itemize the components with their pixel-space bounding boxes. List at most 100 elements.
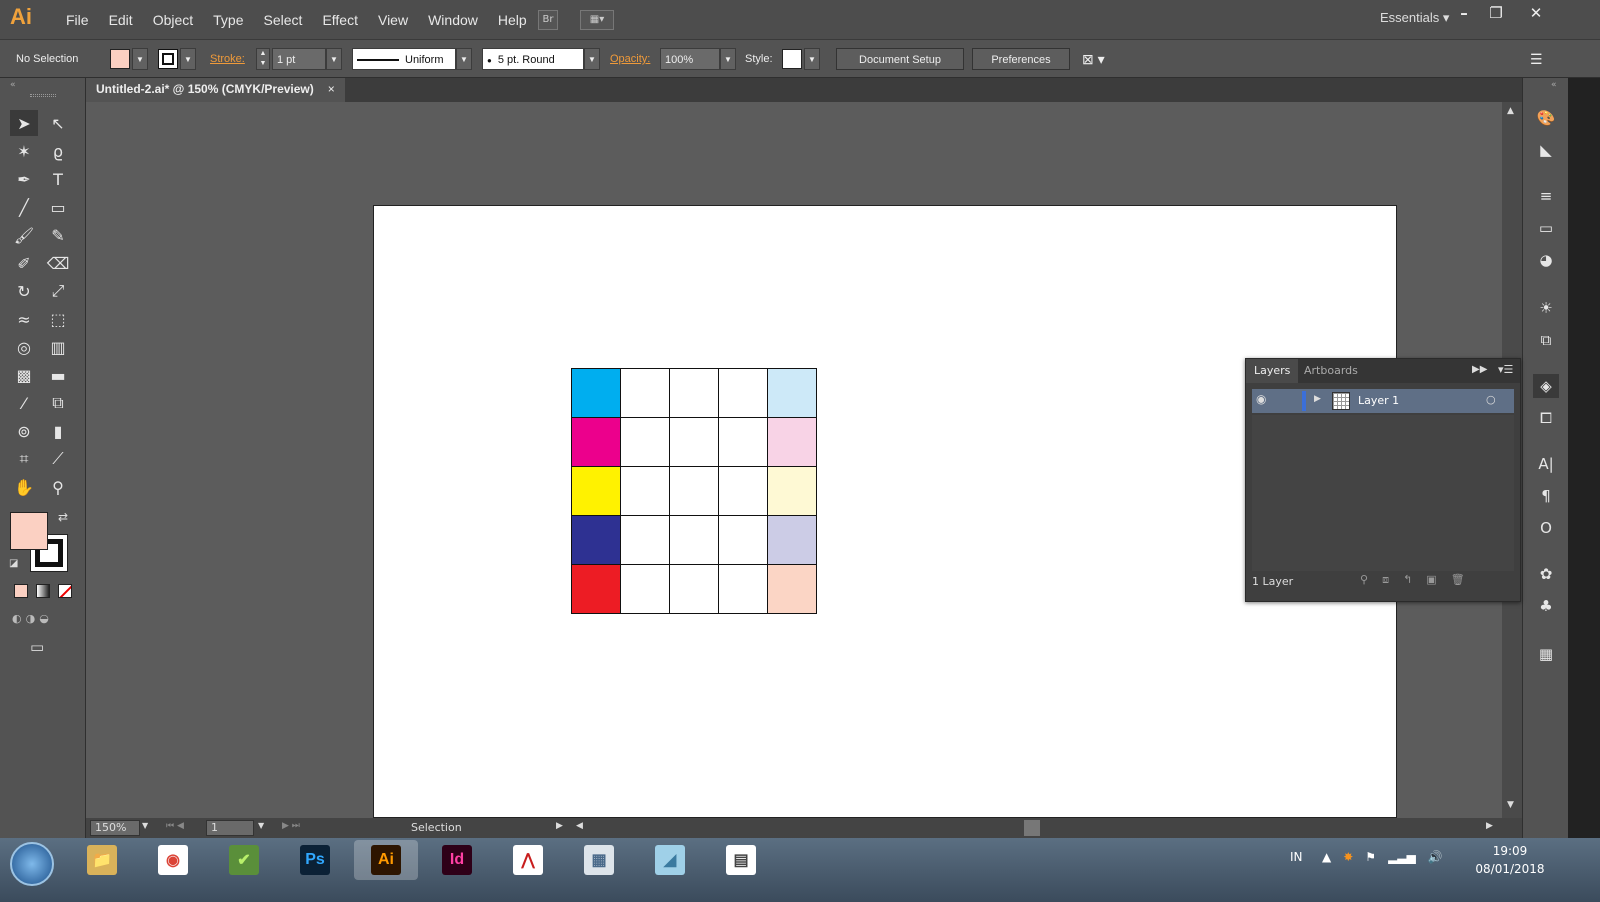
pen-tool-icon[interactable]: ✒ [10, 166, 38, 192]
draw-inside-icon[interactable]: ◒ [39, 612, 49, 628]
input-language[interactable]: IN [1290, 850, 1303, 864]
grid-cell[interactable] [670, 565, 719, 614]
eraser-icon[interactable]: ⌫ [44, 250, 72, 276]
grid-cell[interactable] [621, 418, 670, 467]
magic-wand-icon[interactable]: ✶ [10, 138, 38, 164]
menu-type[interactable]: Type [203, 12, 253, 28]
opacity-label[interactable]: Opacity: [610, 48, 650, 70]
isolate-icon[interactable]: ⊠ ▾ [1082, 48, 1105, 70]
paintbrush-icon[interactable]: 🖌 [10, 222, 38, 248]
stroke-weight-dropdown[interactable]: ▼ [326, 48, 342, 70]
clock[interactable]: 19:09 08/01/2018 [1470, 842, 1550, 878]
symbol-sprayer-icon[interactable]: ⊚ [10, 418, 38, 444]
layers-panel-icon[interactable]: ◈ [1533, 374, 1559, 398]
color-guide-icon[interactable]: ◣ [1533, 138, 1559, 162]
menu-help[interactable]: Help [488, 12, 537, 28]
slice-tool-icon[interactable]: ⟋ [44, 446, 72, 472]
grid-cell[interactable] [572, 418, 621, 467]
scroll-down-icon[interactable]: ▼ [1507, 800, 1514, 810]
column-graph-icon[interactable]: ▮ [44, 418, 72, 444]
color-panel-icon[interactable]: 🎨 [1533, 106, 1559, 130]
grid-cell[interactable] [768, 565, 817, 614]
grid-cell[interactable] [572, 516, 621, 565]
grid-cell[interactable] [768, 418, 817, 467]
screen-mode-icon[interactable]: ▭ [30, 638, 44, 656]
draw-normal-icon[interactable]: ◐ [12, 612, 22, 628]
grid-cell[interactable] [719, 565, 768, 614]
visibility-eye-icon[interactable]: ◉ [1256, 392, 1266, 406]
stroke-stepper[interactable]: ▲ ▼ [256, 48, 270, 70]
rotate-tool-icon[interactable]: ↻ [10, 278, 38, 304]
menu-window[interactable]: Window [418, 12, 488, 28]
fill-swatch-large[interactable] [10, 512, 48, 550]
variable-width-profile[interactable]: Uniform [352, 48, 456, 70]
appearance-panel-icon[interactable]: ☀ [1533, 296, 1559, 320]
blob-brush-icon[interactable]: ✐ [10, 250, 38, 276]
profile-dropdown[interactable]: ▼ [456, 48, 472, 70]
none-mode-icon[interactable] [58, 584, 72, 598]
document-setup-button[interactable]: Document Setup [836, 48, 964, 70]
pencil-icon[interactable]: ✎ [44, 222, 72, 248]
stroke-panel-icon[interactable]: ≡ [1533, 184, 1559, 208]
taskbar-app-button[interactable]: Ai [354, 840, 418, 880]
close-window-icon[interactable]: ✕ [1516, 4, 1556, 26]
direct-selection-tool-icon[interactable]: ↖ [44, 110, 72, 136]
grid-cell[interactable] [572, 565, 621, 614]
taskbar-app-button[interactable]: ◢ [638, 840, 702, 880]
taskbar-app-button[interactable]: ⋀ [496, 840, 560, 880]
artboard-number-input[interactable]: 1 [206, 820, 254, 836]
taskbar-app-button[interactable]: ✔ [212, 840, 276, 880]
brushes-panel-icon[interactable]: ✿ [1533, 562, 1559, 586]
zoom-dropdown[interactable]: ▼ [142, 821, 148, 830]
symbols-panel-icon[interactable]: ♣ [1533, 594, 1559, 618]
taskbar-app-button[interactable]: ▤ [709, 840, 773, 880]
scroll-up-icon[interactable]: ▲ [1507, 106, 1514, 116]
grid-cell[interactable] [768, 369, 817, 418]
grid-cell[interactable] [719, 467, 768, 516]
scroll-right-icon[interactable]: ▶ [1486, 821, 1493, 831]
swatches-panel-icon[interactable]: ▦ [1533, 642, 1559, 666]
hand-tool-icon[interactable]: ✋ [10, 474, 38, 500]
fill-color-swatch[interactable] [110, 49, 130, 69]
grid-cell[interactable] [621, 467, 670, 516]
line-tool-icon[interactable]: ╱ [10, 194, 38, 220]
zoom-input[interactable]: 150% [90, 820, 140, 836]
lasso-icon[interactable]: ϱ [44, 138, 72, 164]
type-tool-icon[interactable]: T [44, 166, 72, 192]
preferences-button[interactable]: Preferences [972, 48, 1070, 70]
arrange-documents-icon[interactable]: ▦▾ [580, 10, 614, 30]
start-button[interactable] [10, 842, 54, 886]
new-layer-icon[interactable]: ▣ [1426, 573, 1436, 587]
mesh-tool-icon[interactable]: ▩ [10, 362, 38, 388]
rectangle-tool-icon[interactable]: ▭ [44, 194, 72, 220]
gradient-panel-icon[interactable]: ▭ [1533, 216, 1559, 240]
grid-cell[interactable] [719, 516, 768, 565]
grid-cell[interactable] [572, 467, 621, 516]
bridge-button[interactable]: Br [538, 10, 558, 30]
stroke-color-dropdown[interactable]: ▼ [180, 48, 196, 70]
taskbar-app-button[interactable]: 📁 [70, 840, 134, 880]
grid-cell[interactable] [719, 369, 768, 418]
tab-layers[interactable]: Layers [1246, 359, 1299, 383]
new-sublayer-icon[interactable]: ↰ [1403, 573, 1412, 587]
stroke-color-swatch[interactable] [158, 49, 178, 69]
collapse-icon[interactable]: « [10, 80, 16, 90]
scale-tool-icon[interactable]: ⤢ [44, 278, 72, 304]
default-colors-icon[interactable]: ◪ [9, 558, 18, 569]
brush-dropdown[interactable]: ▼ [584, 48, 600, 70]
zoom-tool-icon[interactable]: ⚲ [44, 474, 72, 500]
fill-dropdown[interactable]: ▼ [132, 48, 148, 70]
style-swatch[interactable] [782, 49, 802, 69]
grid-cell[interactable] [719, 418, 768, 467]
grid-cell[interactable] [621, 516, 670, 565]
opentype-panel-icon[interactable]: O [1533, 516, 1559, 540]
grid-cell[interactable] [768, 467, 817, 516]
free-transform-icon[interactable]: ⬚ [44, 306, 72, 332]
width-tool-icon[interactable]: ≈ [10, 306, 38, 332]
artboard[interactable] [373, 205, 1397, 818]
shape-builder-icon[interactable]: ◎ [10, 334, 38, 360]
layer-name[interactable]: Layer 1 [1358, 394, 1399, 407]
menu-effect[interactable]: Effect [312, 12, 368, 28]
style-dropdown[interactable]: ▼ [804, 48, 820, 70]
gradient-mode-icon[interactable] [36, 584, 50, 598]
